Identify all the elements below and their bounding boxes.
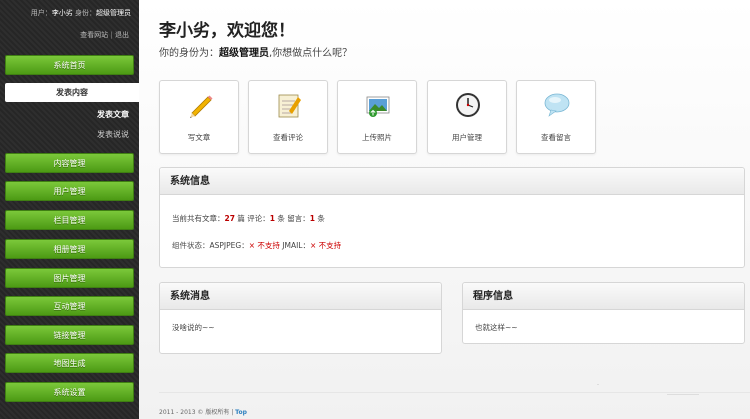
link-separator: | [110, 31, 113, 39]
stat-comment-unit: 条 留言： [274, 214, 310, 223]
speech-bubble-icon [544, 93, 570, 117]
nav-columns[interactable]: 栏目管理 [5, 210, 134, 230]
nav-sub-article[interactable]: 发表文章 [97, 109, 129, 120]
user-prefix: 用户： [30, 9, 52, 17]
nav-sitemap[interactable]: 地图生成 [5, 353, 134, 373]
nav-publish[interactable]: 发表内容 [5, 83, 139, 102]
user-role: 超级管理员 [96, 9, 131, 17]
shortcut-label: 查看留言 [541, 133, 571, 142]
notepad-icon [278, 94, 301, 118]
footer-divider [159, 392, 750, 393]
welcome-heading: 李小劣，欢迎您！ [159, 21, 295, 41]
nav-images[interactable]: 图片管理 [5, 268, 134, 288]
role-prefix: 身份： [72, 9, 96, 17]
nav-links[interactable]: 链接管理 [5, 325, 134, 345]
content-stats: 当前共有文章：27 篇 评论：1 条 留言：1 条 [172, 213, 732, 224]
back-to-top-link[interactable]: Top [235, 409, 247, 416]
system-info-panel: 系统信息 当前共有文章：27 篇 评论：1 条 留言：1 条 组件状态：ASPJ… [159, 167, 745, 268]
shortcut-label: 查看评论 [273, 133, 303, 142]
pencil-icon [190, 95, 213, 118]
shortcut-label: 用户管理 [452, 133, 482, 142]
view-site-link[interactable]: 查看网站 [80, 31, 108, 39]
logout-link[interactable]: 退出 [115, 31, 129, 39]
sidebar: 用户：李小劣 身份：超级管理员 查看网站 | 退出 系统首页 发表内容 发表文章… [0, 0, 139, 419]
nav-settings[interactable]: 系统设置 [5, 382, 134, 402]
system-messages-panel: 系统消息 没啥说的~~ [159, 282, 442, 354]
divider-dot [597, 384, 599, 385]
program-info-title: 程序信息 [463, 283, 744, 310]
user-links: 查看网站 | 退出 [80, 30, 129, 40]
role-line-prefix: 你的身份为： [159, 48, 219, 59]
system-messages-title: 系统消息 [160, 283, 441, 310]
shortcut-write-article[interactable]: 写文章 [159, 80, 239, 154]
system-info-body: 当前共有文章：27 篇 评论：1 条 留言：1 条 组件状态：ASPJPEG：×… [160, 213, 744, 251]
main-content: 李小劣，欢迎您！ 你的身份为：超级管理员,你想做点什么呢？ 写文章 查看评论 上… [139, 0, 750, 419]
footer: 2011 - 2013 © 版权所有 | Top [159, 407, 247, 416]
nav-content[interactable]: 内容管理 [5, 153, 134, 173]
nav-interact[interactable]: 互动管理 [5, 296, 134, 316]
article-count: 27 [224, 214, 235, 223]
shortcut-view-messages[interactable]: 查看留言 [516, 80, 596, 154]
jmail-label: JMAIL： [279, 241, 310, 250]
user-info: 用户：李小劣 身份：超级管理员 [31, 8, 131, 18]
clock-icon [456, 93, 480, 117]
role-line: 你的身份为：超级管理员,你想做点什么呢？ [159, 44, 352, 59]
copyright: 2011 - 2013 © 版权所有 | [159, 409, 236, 416]
user-name: 李小劣 [51, 9, 73, 17]
nav-album[interactable]: 相册管理 [5, 239, 134, 259]
aspjpeg-status: × 不支持 [248, 241, 280, 250]
role-line-suffix: ,你想做点什么呢？ [269, 48, 353, 59]
jmail-status: × 不支持 [309, 241, 342, 250]
shortcut-label: 上传照片 [362, 133, 392, 142]
stat-prefix: 当前共有文章： [172, 214, 225, 223]
shortcut-user-management[interactable]: 用户管理 [427, 80, 507, 154]
system-info-title: 系统信息 [160, 168, 744, 195]
photo-upload-icon [366, 96, 390, 117]
component-prefix: 组件状态：ASPJPEG： [172, 241, 249, 250]
stat-article-unit: 篇 评论： [234, 214, 270, 223]
program-info-panel: 程序信息 也就这样~~ [462, 282, 745, 344]
shortcut-upload-photo[interactable]: 上传照片 [337, 80, 417, 154]
system-messages-body: 没啥说的~~ [172, 323, 215, 332]
program-info-body: 也就这样~~ [475, 323, 518, 332]
divider-dot [667, 394, 699, 395]
nav-users[interactable]: 用户管理 [5, 181, 134, 201]
component-status: 组件状态：ASPJPEG：× 不支持 JMAIL：× 不支持 [172, 240, 732, 251]
shortcut-view-comments[interactable]: 查看评论 [248, 80, 328, 154]
nav-home[interactable]: 系统首页 [5, 55, 134, 75]
role-line-name: 超级管理员 [219, 48, 269, 59]
nav-sub-talk[interactable]: 发表说说 [97, 129, 129, 140]
shortcut-label: 写文章 [187, 133, 211, 142]
stat-message-unit: 条 [314, 214, 325, 223]
